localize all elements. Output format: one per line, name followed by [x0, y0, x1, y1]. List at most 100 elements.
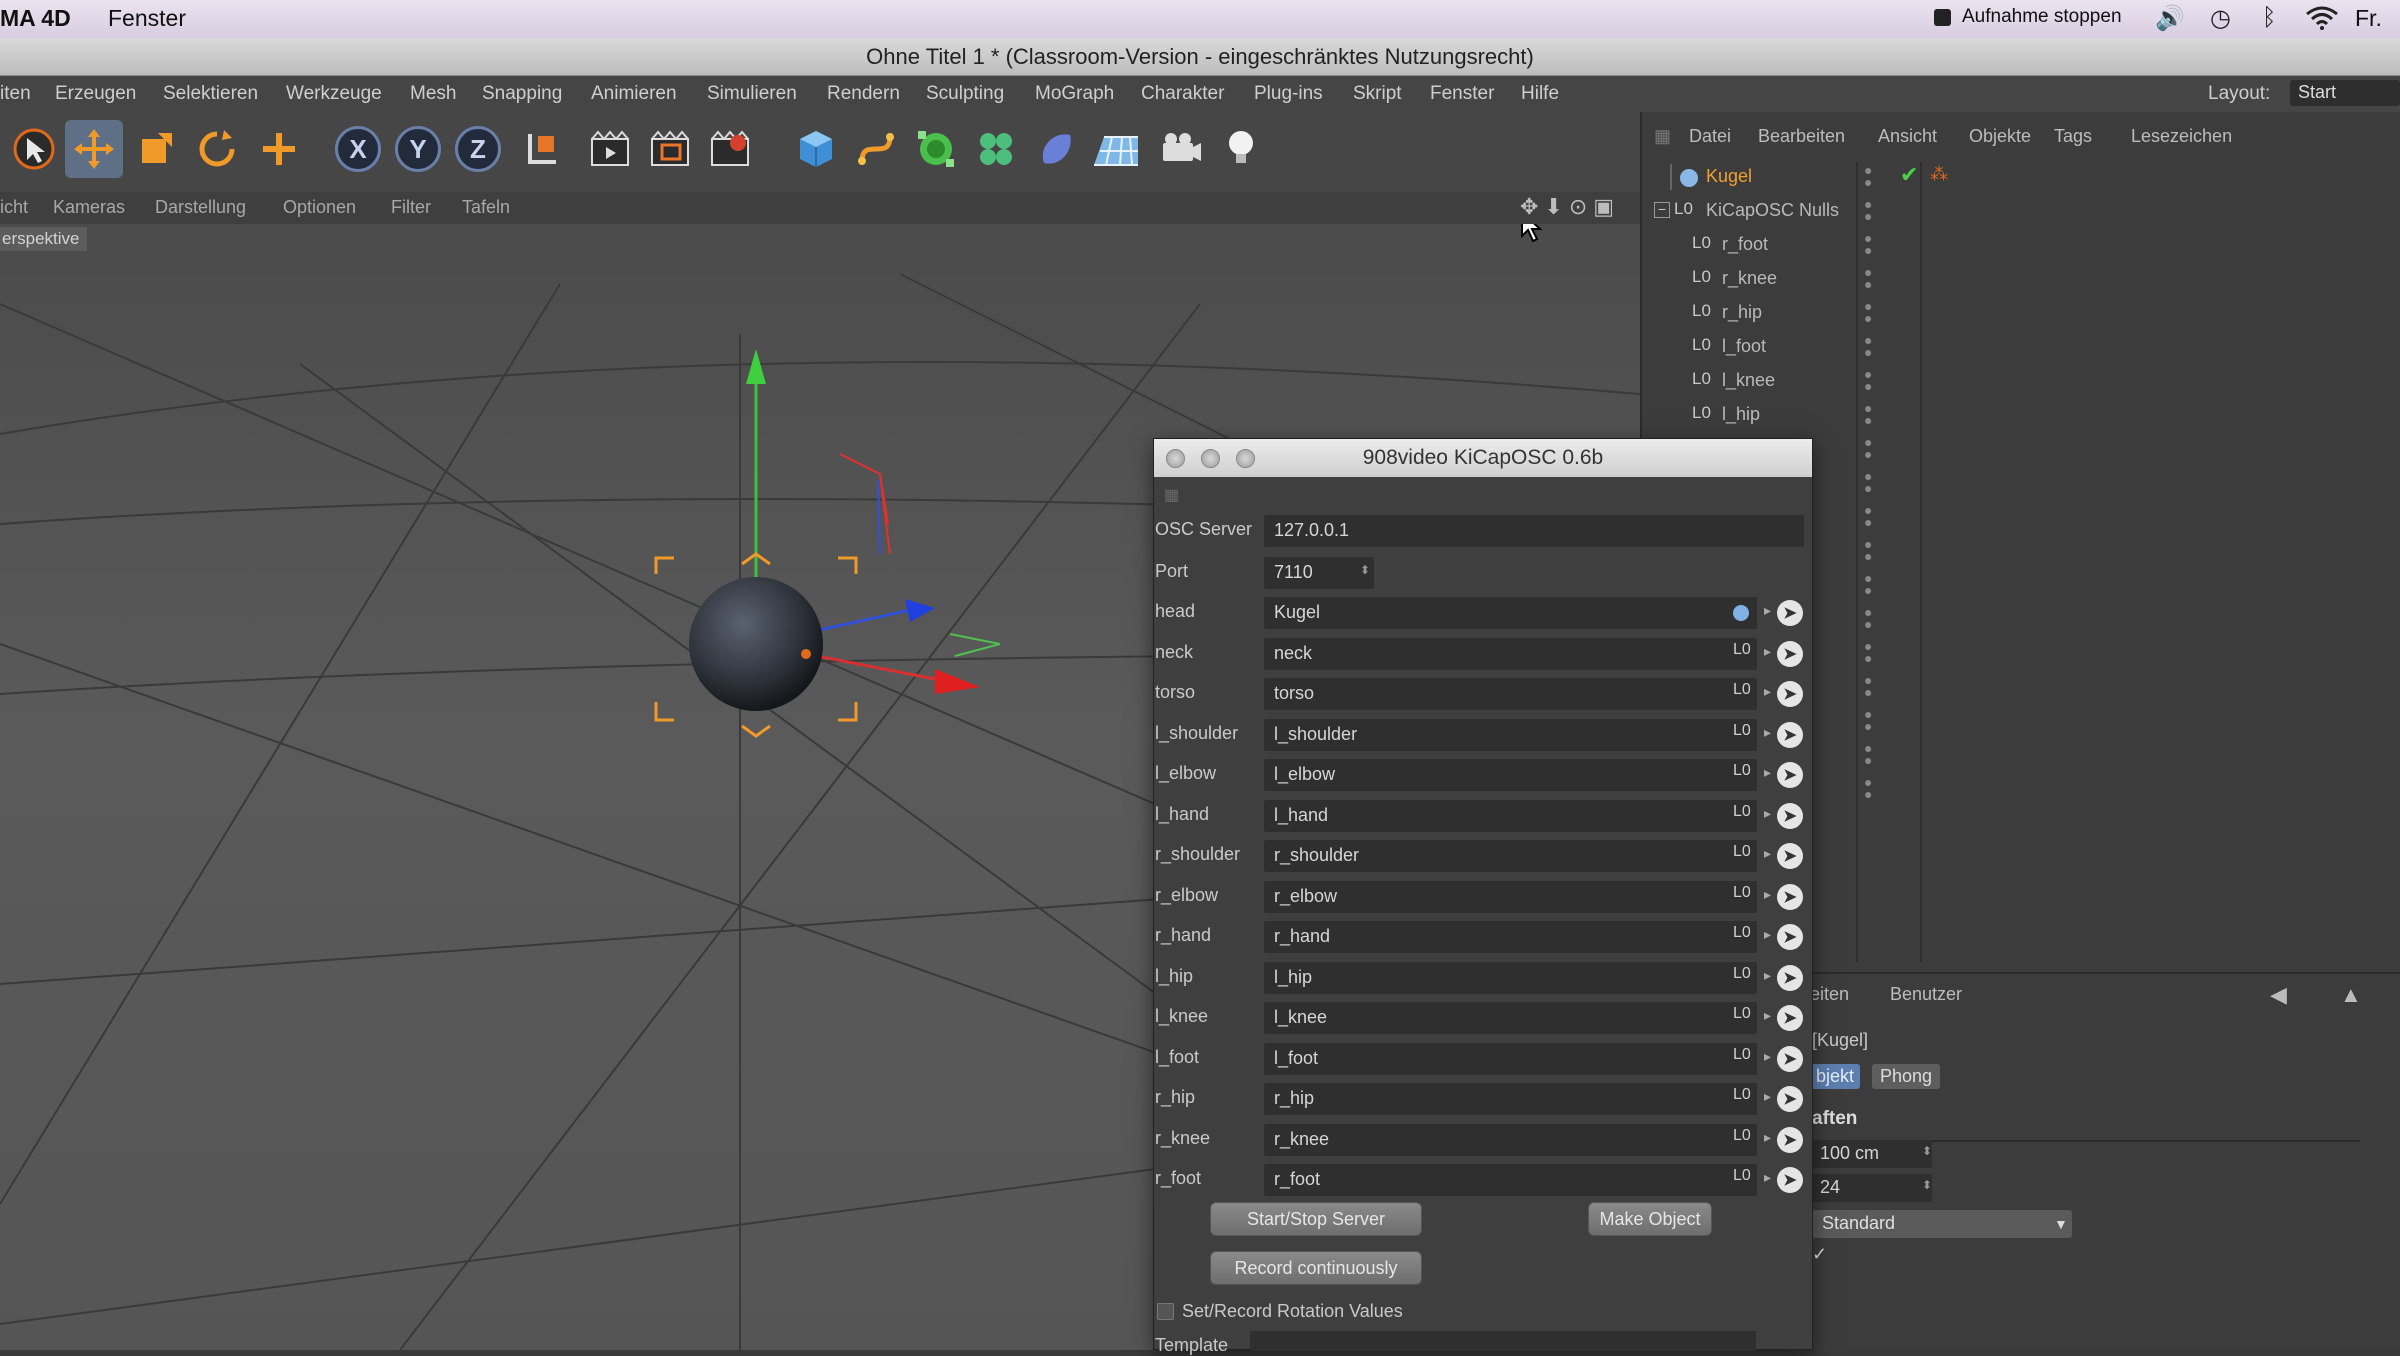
- cube-object-icon[interactable]: [787, 120, 845, 178]
- joint-link-field[interactable]: r_foot: [1264, 1164, 1757, 1196]
- close-button[interactable]: [1166, 449, 1185, 468]
- pick-object-icon[interactable]: ➤: [1777, 924, 1803, 950]
- visibility-dots[interactable]: ● ●: [1864, 605, 1872, 631]
- objmenu-item[interactable]: Lesezeichen: [2131, 126, 2232, 147]
- osc-server-input[interactable]: 127.0.0.1: [1264, 515, 1804, 547]
- tree-row[interactable]: L0 l_hip ● ●: [1642, 398, 2400, 432]
- pick-object-icon[interactable]: ➤: [1777, 802, 1803, 829]
- visibility-dots[interactable]: ● ●: [1864, 333, 1872, 359]
- collapse-toggle-icon[interactable]: −: [1654, 202, 1670, 218]
- pick-object-icon[interactable]: ➤: [1777, 1086, 1803, 1112]
- joint-link-field[interactable]: l_elbow: [1264, 759, 1757, 791]
- pick-object-icon[interactable]: ➤: [1777, 883, 1803, 910]
- visibility-dots[interactable]: ● ●: [1864, 707, 1872, 733]
- link-arrow-icon[interactable]: ▸: [1764, 602, 1771, 619]
- objmenu-item[interactable]: Bearbeiten: [1758, 126, 1845, 147]
- joint-link-field[interactable]: neck: [1264, 637, 1757, 670]
- stop-record-icon[interactable]: [1934, 9, 1951, 26]
- pick-object-icon[interactable]: ➤: [1777, 964, 1803, 991]
- link-arrow-icon[interactable]: ▸: [1764, 643, 1771, 660]
- back-arrow-icon[interactable]: ◀: [2270, 982, 2287, 1008]
- visibility-dots[interactable]: ● ●: [1864, 775, 1872, 801]
- joint-link-field[interactable]: l_hand: [1264, 799, 1757, 832]
- pick-object-icon[interactable]: ➤: [1777, 600, 1803, 626]
- visibility-dots[interactable]: ● ●: [1864, 537, 1872, 563]
- visibility-dots[interactable]: ● ●: [1864, 197, 1872, 223]
- axis-x-lock[interactable]: X: [335, 126, 381, 172]
- menu-item[interactable]: MoGraph: [1035, 83, 1114, 105]
- user-menu[interactable]: Fr.: [2355, 5, 2382, 32]
- camera-icon[interactable]: [1152, 120, 1210, 178]
- record-continuously-button[interactable]: Record continuously: [1210, 1251, 1422, 1285]
- menu-fenster[interactable]: Fenster: [108, 5, 186, 32]
- visibility-dots[interactable]: ● ●: [1864, 435, 1872, 461]
- visibility-dots[interactable]: ● ●: [1864, 571, 1872, 597]
- checkmark-icon[interactable]: ✔: [1900, 162, 1918, 188]
- menu-item[interactable]: Skript: [1353, 83, 1402, 105]
- tree-row[interactable]: L0 r_foot ● ●: [1642, 228, 2400, 262]
- tree-row[interactable]: L0 r_knee ● ●: [1642, 262, 2400, 296]
- menu-item[interactable]: Mesh: [410, 83, 456, 105]
- joint-link-field[interactable]: r_knee: [1264, 1123, 1757, 1156]
- link-arrow-icon[interactable]: ▸: [1764, 1129, 1771, 1146]
- attr-tab-user[interactable]: Benutzer: [1890, 984, 1962, 1005]
- move-tool-icon[interactable]: [65, 120, 123, 178]
- select-tool-icon[interactable]: [5, 120, 63, 178]
- joint-link-field[interactable]: l_hip: [1264, 961, 1757, 994]
- visibility-dots[interactable]: ● ●: [1864, 741, 1872, 767]
- scale-tool-icon[interactable]: [127, 120, 185, 178]
- viewport-menu-item[interactable]: icht: [0, 197, 28, 218]
- visibility-dots[interactable]: ● ●: [1864, 401, 1872, 427]
- menu-item[interactable]: Werkzeuge: [286, 83, 382, 105]
- start-stop-server-button[interactable]: Start/Stop Server: [1210, 1202, 1422, 1236]
- link-arrow-icon[interactable]: ▸: [1764, 845, 1771, 862]
- menu-item[interactable]: Sculpting: [926, 83, 1004, 105]
- menu-item[interactable]: Charakter: [1141, 83, 1224, 105]
- link-arrow-icon[interactable]: ▸: [1764, 1048, 1771, 1065]
- viewport-menu-item[interactable]: Darstellung: [155, 197, 246, 218]
- pick-object-icon[interactable]: ➤: [1777, 721, 1803, 748]
- app-menu[interactable]: MA 4D: [0, 5, 71, 32]
- visibility-dots[interactable]: ● ●: [1864, 265, 1872, 291]
- bluetooth-icon[interactable]: ᛒ: [2262, 4, 2276, 32]
- render-view-icon[interactable]: [582, 120, 640, 178]
- attr-tab-phong[interactable]: Phong: [1872, 1064, 1941, 1089]
- pick-object-icon[interactable]: ➤: [1777, 762, 1803, 788]
- link-arrow-icon[interactable]: ▸: [1764, 724, 1771, 741]
- render-picture-viewer-icon[interactable]: [702, 120, 760, 178]
- link-arrow-icon[interactable]: ▸: [1764, 1007, 1771, 1024]
- tree-row[interactable]: L0 l_foot ● ●: [1642, 330, 2400, 364]
- clock-icon[interactable]: ◷: [2210, 4, 2231, 33]
- visibility-dots[interactable]: ● ●: [1864, 367, 1872, 393]
- nurbs-icon[interactable]: [907, 120, 965, 178]
- link-arrow-icon[interactable]: ▸: [1764, 1088, 1771, 1105]
- radius-field[interactable]: 100 cm: [1812, 1140, 1932, 1168]
- link-arrow-icon[interactable]: ▸: [1764, 886, 1771, 903]
- link-arrow-icon[interactable]: ▸: [1764, 805, 1771, 822]
- menu-item[interactable]: Plug-ins: [1254, 83, 1323, 105]
- record-stop-label[interactable]: Aufnahme stoppen: [1962, 6, 2122, 28]
- joint-link-field[interactable]: r_shoulder: [1264, 840, 1757, 872]
- tree-row[interactable]: L0 r_hip ● ●: [1642, 296, 2400, 330]
- type-dropdown[interactable]: Standard: [1812, 1210, 2072, 1238]
- joint-link-field[interactable]: r_hand: [1264, 921, 1757, 953]
- menu-item[interactable]: Animieren: [591, 83, 677, 105]
- visibility-dots[interactable]: ● ●: [1864, 673, 1872, 699]
- dialog-title-bar[interactable]: 908video KiCapOSC 0.6b: [1154, 439, 1812, 477]
- joint-link-field[interactable]: r_hip: [1264, 1083, 1757, 1115]
- joint-link-field[interactable]: r_elbow: [1264, 880, 1757, 913]
- stepper-icon[interactable]: ⬍: [1360, 563, 1370, 577]
- axis-y-lock[interactable]: Y: [395, 126, 441, 172]
- menu-item[interactable]: Hilfe: [1521, 83, 1559, 105]
- mograph-cloner-icon[interactable]: [967, 120, 1025, 178]
- visibility-dots[interactable]: ● ●: [1864, 469, 1872, 495]
- tag-icon[interactable]: ⁂: [1930, 164, 1948, 185]
- light-icon[interactable]: [1212, 120, 1270, 178]
- menu-item[interactable]: iten: [0, 83, 31, 105]
- add-tool-icon[interactable]: [250, 120, 308, 178]
- joint-link-field[interactable]: torso: [1264, 678, 1757, 710]
- render-region-icon[interactable]: [642, 120, 700, 178]
- menu-item[interactable]: Snapping: [482, 83, 562, 105]
- rotate-tool-icon[interactable]: [188, 120, 246, 178]
- objmenu-item[interactable]: Objekte: [1969, 126, 2031, 147]
